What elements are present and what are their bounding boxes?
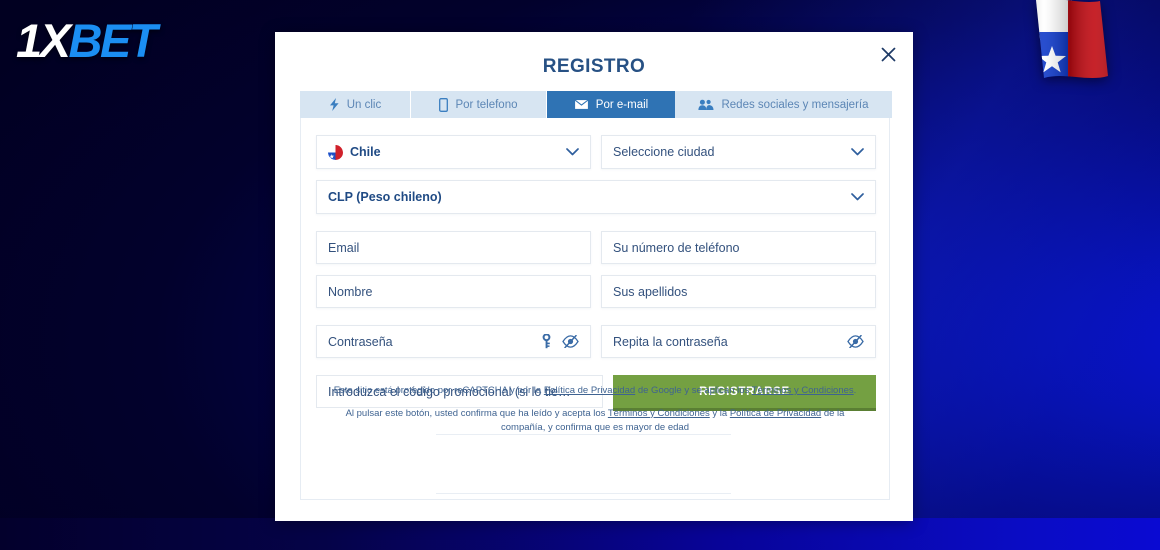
password-repeat-field[interactable]: Repita la contraseña: [601, 325, 876, 358]
legal-line-recaptcha: Este sitio está protegido por reCAPTCHA …: [316, 384, 874, 398]
envelope-icon: [573, 99, 589, 110]
tab-label: Redes sociales y mensajería: [721, 98, 869, 111]
background-bottom-strip: [0, 518, 1160, 550]
lightning-icon: [329, 98, 340, 111]
legal-text-c: .: [853, 385, 857, 396]
row-email-phone: Email Su número de teléfono: [316, 231, 876, 264]
legal-text-a: Este sitio está protegido por reCAPTCHA …: [333, 385, 544, 396]
currency-select[interactable]: CLP (Peso chileno): [316, 180, 876, 214]
row-country-city: Chile Seleccione ciudad: [316, 135, 876, 169]
people-icon: [698, 99, 714, 111]
legal-text-a: Al pulsar este botón, usted confirma que…: [345, 407, 608, 419]
tab-label: Por telefono: [455, 98, 518, 111]
legal-text: Este sitio está protegido por reCAPTCHA …: [316, 384, 874, 434]
registration-modal: REGISTRO Un clic Por telefono Por e-mail…: [275, 32, 913, 521]
registration-form-card: Chile Seleccione ciudad CLP (Peso chilen…: [300, 118, 890, 500]
country-value: Chile: [350, 145, 381, 159]
password-placeholder: Contraseña: [328, 334, 393, 349]
form-fields: Chile Seleccione ciudad CLP (Peso chilen…: [316, 135, 876, 411]
tab-by-email[interactable]: Por e-mail: [547, 91, 675, 118]
form-divider: [436, 493, 731, 494]
screen: 1XBET REGISTRO Un clic Por telefono Por …: [0, 0, 1160, 550]
tab-label: Un clic: [346, 98, 382, 111]
email-field[interactable]: Email: [316, 231, 591, 264]
row-currency: CLP (Peso chileno): [316, 180, 876, 214]
legal-line-consent: Al pulsar este botón, usted confirma que…: [316, 407, 874, 435]
email-placeholder: Email: [328, 240, 360, 255]
chevron-down-icon: [565, 145, 579, 159]
first-name-field[interactable]: Nombre: [316, 275, 591, 308]
tab-by-phone[interactable]: Por telefono: [411, 91, 547, 118]
logo-text-1x: 1X: [16, 14, 71, 67]
privacy-policy-link[interactable]: Política de Privacidad: [544, 385, 635, 396]
password-repeat-placeholder: Repita la contraseña: [613, 334, 728, 349]
chile-flag-icon: [328, 144, 343, 160]
terms-conditions-link[interactable]: Términos y Condiciones: [608, 408, 710, 419]
chevron-down-icon: [850, 190, 864, 204]
chevron-down-icon: [850, 145, 864, 159]
row-passwords: Contraseña Repita la contraseña: [316, 325, 876, 358]
legal-text-b: y la: [709, 407, 730, 419]
tab-social-networks[interactable]: Redes sociales y mensajería: [675, 91, 892, 118]
eye-off-icon[interactable]: [562, 333, 579, 350]
privacy-policy-link[interactable]: Política de Privacidad: [730, 408, 821, 419]
chile-flag-icon: [1022, 0, 1122, 90]
first-name-placeholder: Nombre: [328, 284, 373, 299]
terms-conditions-link[interactable]: Términos y Condiciones: [752, 385, 854, 396]
country-select[interactable]: Chile: [316, 135, 591, 169]
row-name-surname: Nombre Sus apellidos: [316, 275, 876, 308]
page-title: REGISTRO: [542, 56, 646, 77]
legal-text-b: de Google y se aplican los: [635, 385, 752, 396]
registration-method-tabs: Un clic Por telefono Por e-mail Redes so…: [300, 91, 892, 118]
phone-field[interactable]: Su número de teléfono: [601, 231, 876, 264]
logo-text-bet: BET: [68, 14, 158, 67]
phone-placeholder: Su número de teléfono: [613, 240, 740, 255]
currency-value: CLP (Peso chileno): [328, 190, 442, 204]
password-field[interactable]: Contraseña: [316, 325, 591, 358]
tab-one-click[interactable]: Un clic: [300, 91, 411, 118]
city-placeholder: Seleccione ciudad: [613, 145, 715, 159]
last-name-field[interactable]: Sus apellidos: [601, 275, 876, 308]
brand-logo[interactable]: 1XBET: [16, 14, 158, 67]
key-icon[interactable]: [538, 333, 555, 350]
eye-off-icon[interactable]: [847, 333, 864, 350]
tab-label: Por e-mail: [595, 98, 649, 111]
last-name-placeholder: Sus apellidos: [613, 284, 688, 299]
phone-icon: [439, 97, 449, 112]
city-select[interactable]: Seleccione ciudad: [601, 135, 876, 169]
